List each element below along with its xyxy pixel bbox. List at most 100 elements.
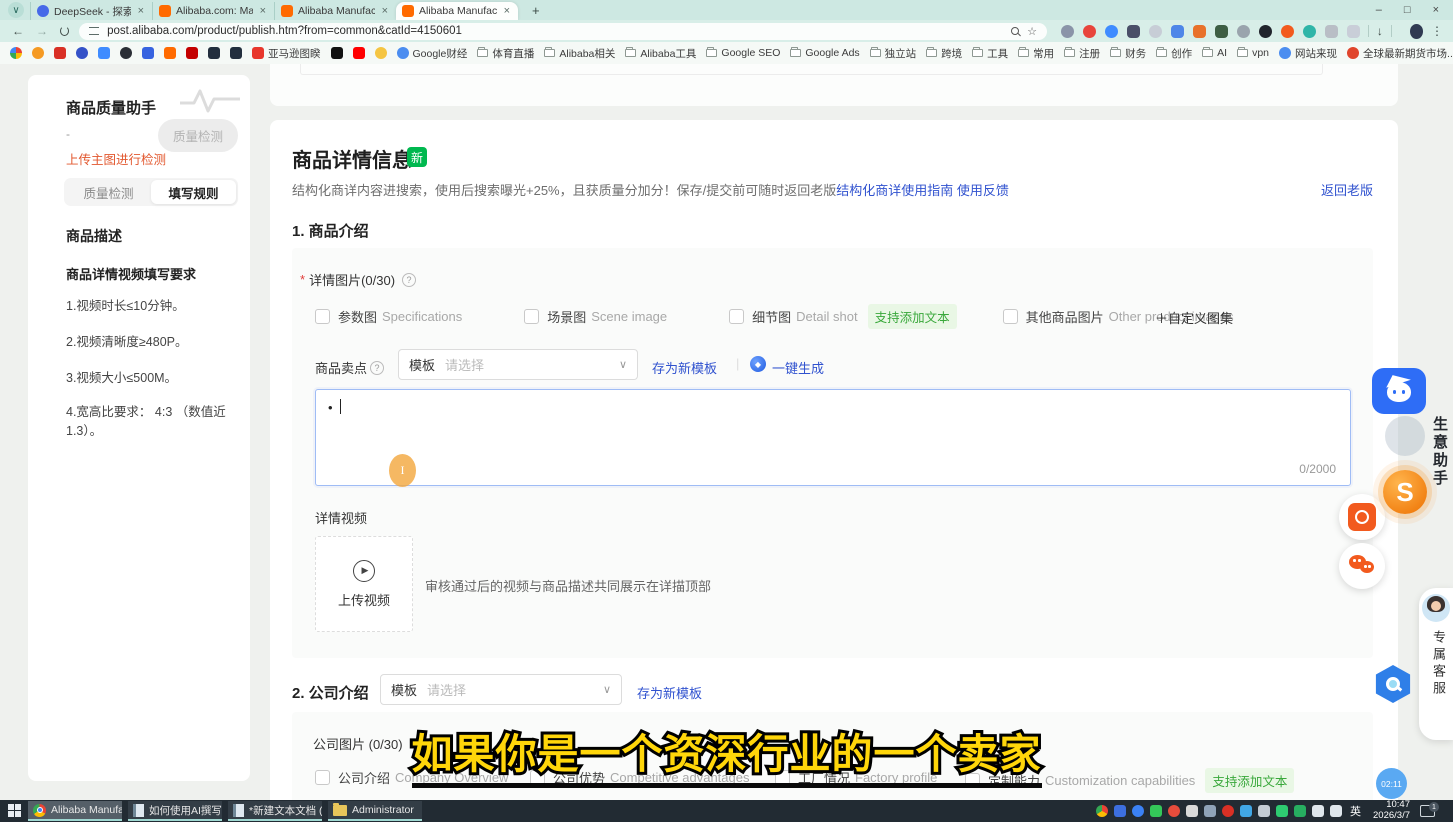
customer-service-widget[interactable]: 专属客服 xyxy=(1419,588,1453,740)
tab-alibaba-manufacturers[interactable]: Alibaba.com: Manufacturers... × xyxy=(152,2,274,20)
business-assistant-label[interactable]: 生意助手 xyxy=(1429,416,1450,488)
zoom-icon[interactable] xyxy=(1011,27,1019,35)
bookmark-favicon[interactable] xyxy=(10,47,22,59)
bookmark-site[interactable]: 网站来现 xyxy=(1279,46,1337,61)
tray-icon[interactable] xyxy=(1312,805,1324,817)
tray-icon[interactable] xyxy=(1276,805,1288,817)
bookmark-folder[interactable]: 财务 xyxy=(1110,46,1146,61)
close-icon[interactable]: × xyxy=(502,5,512,17)
extension-icon[interactable] xyxy=(1237,25,1250,38)
extension-icon[interactable] xyxy=(1325,25,1338,38)
tray-icon[interactable] xyxy=(1258,805,1270,817)
upload-video-button[interactable]: ▶ 上传视频 xyxy=(315,536,413,632)
tray-icon[interactable] xyxy=(1114,805,1126,817)
close-icon[interactable]: × xyxy=(136,5,146,17)
reload-icon[interactable] xyxy=(60,26,69,36)
bookmark-site[interactable]: 全球最新期货市场... xyxy=(1347,46,1453,61)
checkbox-detail-shot[interactable] xyxy=(729,309,744,324)
bookmark-favicon[interactable] xyxy=(32,47,44,59)
bookmark-favicon[interactable] xyxy=(120,47,132,59)
tray-icon[interactable] xyxy=(1150,805,1162,817)
save-company-template-link[interactable]: 存为新模板 xyxy=(637,683,702,702)
bookmark-folder[interactable]: 跨境 xyxy=(926,46,962,61)
tray-icon[interactable] xyxy=(1168,805,1180,817)
tab-search-icon[interactable]: ∨ xyxy=(8,2,24,18)
extension-icon[interactable] xyxy=(1127,25,1140,38)
taskbar-clock[interactable]: 10:47 2026/3/7 xyxy=(1373,800,1410,822)
window-close-button[interactable]: × xyxy=(1433,4,1439,16)
tray-icon[interactable] xyxy=(1294,805,1306,817)
tab-alibaba-direct-active[interactable]: Alibaba Manufacturer Direct... × xyxy=(396,2,518,20)
save-template-link[interactable]: 存为新模板 xyxy=(652,358,717,377)
bookmark-favicon[interactable] xyxy=(164,47,176,59)
bookmark-folder[interactable]: Alibaba相关 xyxy=(544,46,615,61)
ai-generate-icon[interactable]: ◆ xyxy=(750,356,766,372)
extension-icon[interactable] xyxy=(1083,25,1096,38)
bookmark-favicon[interactable] xyxy=(98,47,110,59)
tray-icon[interactable] xyxy=(1096,805,1108,817)
laijie-chat-icon[interactable] xyxy=(1339,494,1385,540)
one-click-generate-link[interactable]: 一键生成 xyxy=(772,358,824,377)
checkbox-specifications[interactable] xyxy=(315,309,330,324)
custom-gallery-button[interactable]: ＋自定义图集 xyxy=(1155,308,1233,327)
bookmark-favicon[interactable] xyxy=(230,47,242,59)
bookmark-folder[interactable]: 独立站 xyxy=(870,46,917,61)
bookmark-folder[interactable]: Alibaba工具 xyxy=(625,46,696,61)
business-assistant-button[interactable] xyxy=(1372,368,1426,414)
restore-button[interactable]: □ xyxy=(1404,4,1411,16)
feedback-link[interactable]: 使用反馈 xyxy=(957,183,1009,198)
tab-fill-rules[interactable]: 填写规则 xyxy=(151,180,236,204)
tab-quality-check[interactable]: 质量检测 xyxy=(66,180,151,204)
tab-deepseek[interactable]: DeepSeek - 探索未至之境 × xyxy=(30,2,152,20)
checkbox-scene-image[interactable] xyxy=(524,309,539,324)
selling-points-editor[interactable]: • 0/2000 xyxy=(315,389,1351,486)
site-info-icon[interactable] xyxy=(89,27,99,35)
tray-icon[interactable] xyxy=(1240,805,1252,817)
tray-icon[interactable] xyxy=(1204,805,1216,817)
taskbar-folder[interactable]: Administrator xyxy=(328,801,422,821)
extension-icon[interactable] xyxy=(1061,25,1074,38)
address-bar[interactable]: post.alibaba.com/product/publish.htm?fro… xyxy=(79,23,1047,40)
bookmark-folder[interactable]: AI xyxy=(1202,47,1227,59)
skype-icon[interactable]: S xyxy=(1383,470,1427,514)
extension-icon[interactable] xyxy=(1215,25,1228,38)
bookmark-folder[interactable]: 创作 xyxy=(1156,46,1192,61)
bookmark-folder[interactable]: Google SEO xyxy=(706,47,780,59)
bookmark-folder[interactable]: vpn xyxy=(1237,47,1269,59)
bookmark-folder[interactable]: Google Ads xyxy=(790,47,859,59)
checkbox-company-overview[interactable] xyxy=(315,770,330,785)
help-icon[interactable]: ? xyxy=(370,361,384,375)
bookmark-folder[interactable]: 常用 xyxy=(1018,46,1054,61)
tray-icon[interactable] xyxy=(1186,805,1198,817)
company-template-select[interactable]: 模板 请选择 ∨ xyxy=(380,674,622,705)
bookmark-folder[interactable]: 工具 xyxy=(972,46,1008,61)
bookmark-favicon[interactable] xyxy=(331,47,343,59)
taskbar-notepad-2[interactable]: *新建文本文档 (2).t... xyxy=(228,801,322,821)
tray-icon[interactable] xyxy=(1222,805,1234,817)
extension-icon[interactable] xyxy=(1281,25,1294,38)
extension-icon[interactable] xyxy=(1347,25,1360,38)
bookmark-favicon[interactable] xyxy=(208,47,220,59)
start-button[interactable] xyxy=(8,804,22,818)
extension-icon[interactable] xyxy=(1193,25,1206,38)
wechat-icon[interactable] xyxy=(1339,543,1385,589)
download-icon[interactable]: ↓ xyxy=(1377,24,1383,38)
taskbar-notepad-1[interactable]: 如何使用AI撰写产... xyxy=(128,801,222,821)
template-select[interactable]: 模板 请选择 ∨ xyxy=(398,349,638,380)
help-icon[interactable]: ? xyxy=(402,273,416,287)
guide-link[interactable]: 结构化商详使用指南 xyxy=(836,183,953,198)
upload-main-image-link[interactable]: 上传主图进行检测 xyxy=(66,149,166,168)
bookmark-folder[interactable]: 体育直播 xyxy=(477,46,534,61)
bookmark-favicon[interactable] xyxy=(142,47,154,59)
bookmark-favicon[interactable] xyxy=(54,47,66,59)
bookmark-favicon[interactable] xyxy=(76,47,88,59)
close-icon[interactable]: × xyxy=(380,5,390,17)
url-text[interactable]: post.alibaba.com/product/publish.htm?fro… xyxy=(107,25,1003,37)
bookmark-favicon[interactable] xyxy=(353,47,365,59)
extension-icon[interactable] xyxy=(1149,25,1162,38)
quality-check-button[interactable]: 质量检测 xyxy=(158,119,238,152)
tab-alibaba-direct-1[interactable]: Alibaba Manufacturer Direct... × xyxy=(274,2,396,20)
extension-icon[interactable] xyxy=(1259,25,1272,38)
notification-center-icon[interactable]: 1 xyxy=(1420,805,1435,817)
bookmark-star-icon[interactable]: ☆ xyxy=(1027,25,1037,38)
